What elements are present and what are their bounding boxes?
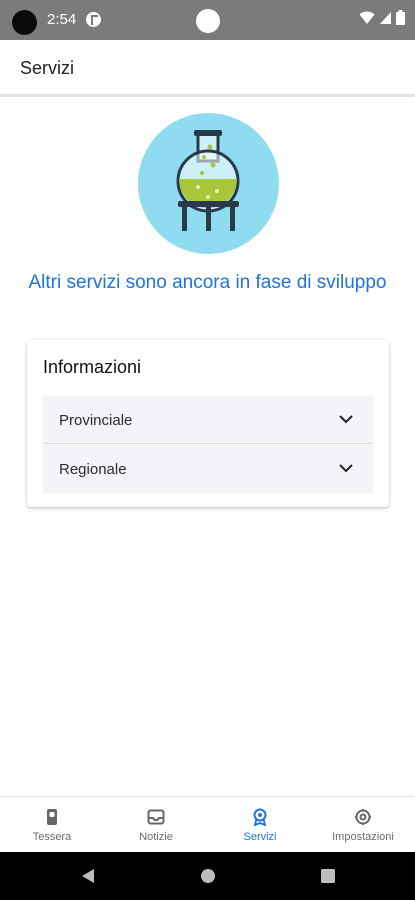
card-icon xyxy=(47,809,57,825)
battery-icon xyxy=(396,10,405,25)
development-message: Altri servizi sono ancora in fase di svi… xyxy=(28,272,387,293)
card-title: Informazioni xyxy=(43,357,142,377)
nav-impostazioni[interactable]: Impostazioni xyxy=(311,797,415,853)
nav-notizie[interactable]: Notizie xyxy=(104,797,208,853)
award-icon xyxy=(253,808,267,826)
bottom-navigation: Tessera Notizie Servizi Impostazioni xyxy=(0,796,415,852)
info-card: Informazioni Provinciale Regionale xyxy=(27,340,389,507)
status-icons xyxy=(359,10,405,25)
inbox-icon xyxy=(147,809,165,825)
back-icon[interactable] xyxy=(80,868,96,884)
nav-label: Tessera xyxy=(32,831,72,843)
accordion-label: Provinciale xyxy=(59,412,133,429)
nav-label: Servizi xyxy=(243,831,277,843)
chevron-down-icon xyxy=(339,415,353,424)
nav-servizi[interactable]: Servizi xyxy=(208,797,312,853)
accordion-regionale[interactable]: Regionale xyxy=(43,445,373,493)
camera-cutout xyxy=(12,10,37,35)
nav-tessera[interactable]: Tessera xyxy=(0,797,104,853)
app-bar: Servizi xyxy=(0,40,415,97)
status-bar: 2:54 xyxy=(0,0,415,40)
recents-icon[interactable] xyxy=(320,868,336,884)
screen: 2:54 Servizi Altri servizi sono ancora i… xyxy=(0,0,415,900)
notification-app-icon xyxy=(86,12,101,27)
status-center-dot xyxy=(196,9,220,33)
accordion-provinciale[interactable]: Provinciale xyxy=(43,396,373,444)
hero-illustration xyxy=(138,113,279,254)
accordion-label: Regionale xyxy=(59,461,127,478)
chevron-down-icon xyxy=(339,464,353,473)
settings-icon xyxy=(355,809,371,825)
nav-label: Notizie xyxy=(139,831,173,843)
status-time: 2:54 xyxy=(47,11,77,28)
flask-icon xyxy=(176,130,240,231)
nav-label: Impostazioni xyxy=(332,831,394,843)
system-navigation-bar xyxy=(0,852,415,900)
signal-icon xyxy=(380,11,391,24)
wifi-icon xyxy=(359,11,375,24)
page-title: Servizi xyxy=(20,58,75,78)
home-icon[interactable] xyxy=(200,868,216,884)
